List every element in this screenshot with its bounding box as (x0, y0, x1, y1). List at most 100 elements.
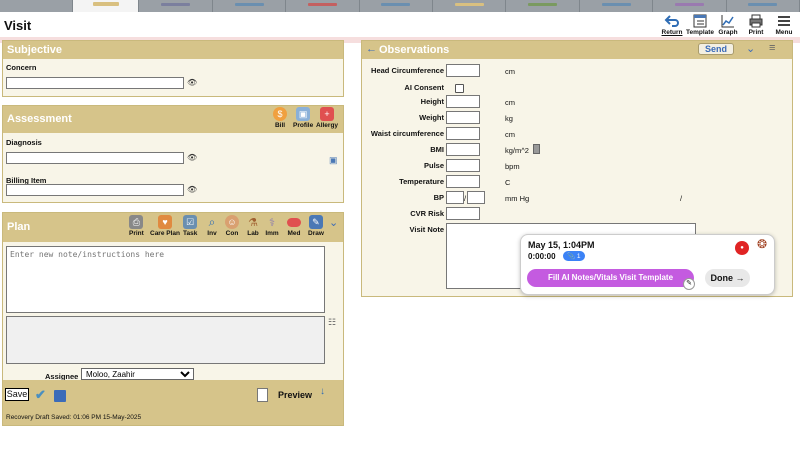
magnifier-icon: ⌕ (208, 214, 216, 229)
plan-header: Plan ⎙ Print ♥ Care Plan ☑ Task ⌕ Inv ☺ … (3, 213, 343, 242)
tab-7[interactable] (433, 0, 507, 12)
return-icon (664, 15, 679, 27)
obs-input[interactable] (446, 111, 480, 124)
med-label: Med (287, 230, 301, 237)
floppy-disk-icon[interactable] (54, 390, 66, 402)
obs-input[interactable] (446, 207, 480, 220)
bp-trailing-slash: / (680, 194, 683, 203)
flask-icon: ⚗ (248, 216, 258, 229)
preview-button[interactable]: Preview (278, 390, 312, 400)
tab-2[interactable] (73, 0, 140, 12)
arrow-down-icon[interactable]: ↓ (320, 386, 325, 397)
bp-diastolic-input[interactable] (467, 191, 485, 204)
con-button[interactable]: ☺ Con (225, 215, 239, 237)
assessment-title: Assessment (7, 113, 72, 125)
billing-item-input[interactable] (6, 184, 184, 196)
calculator-icon[interactable] (533, 144, 540, 154)
hamburger-icon[interactable]: ≡ (769, 42, 775, 54)
record-button[interactable]: ● (735, 241, 749, 255)
obs-unit: cm (505, 130, 515, 139)
lab-label: Lab (247, 230, 259, 237)
pencil-icon[interactable]: ✎ (683, 278, 695, 290)
new-note-textarea[interactable] (6, 246, 325, 313)
lab-button[interactable]: ⚗ Lab (246, 215, 260, 238)
save-button[interactable]: Save (5, 388, 29, 401)
mascot-icon[interactable]: ❂ (757, 237, 767, 251)
obs-input[interactable] (446, 159, 480, 172)
return-button[interactable]: Return (660, 13, 684, 36)
tab-color-bar (601, 3, 631, 6)
obs-unit: mm Hg (505, 194, 530, 203)
tab-8[interactable] (506, 0, 580, 12)
done-button[interactable]: Done → (705, 269, 750, 287)
note-attach-icon[interactable]: ☷ (328, 317, 336, 328)
binoculars-icon[interactable]: 👁 (187, 185, 197, 194)
main-toolbar: Return Template Graph Print Menu (660, 13, 796, 36)
ai-timer: 0:00:00 (528, 252, 556, 261)
binoculars-icon[interactable]: 👁 (187, 78, 197, 87)
subjective-title: Subjective (7, 44, 63, 56)
chevron-down-icon[interactable]: ⌄ (329, 216, 338, 229)
med-button[interactable]: Med (287, 215, 301, 237)
profile-button[interactable]: ▣ Profile (293, 107, 313, 129)
tab-3[interactable] (139, 0, 213, 12)
graph-label: Graph (718, 29, 738, 36)
obs-input[interactable] (446, 143, 480, 156)
tab-5[interactable] (286, 0, 360, 12)
obs-unit: kg (505, 114, 513, 123)
printer-icon: ⎙ (129, 215, 144, 229)
draw-button[interactable]: ✎ Draw (308, 215, 324, 237)
print-button[interactable]: Print (744, 13, 768, 36)
con-label: Con (225, 230, 239, 237)
tab-10[interactable] (653, 0, 727, 12)
assignee-select[interactable]: Moloo, Zaahir (81, 368, 194, 380)
obs-input[interactable] (446, 127, 480, 140)
inv-button[interactable]: ⌕ Inv (205, 214, 219, 238)
tab-color-bar (454, 3, 484, 6)
bill-button[interactable]: $ Bill (273, 107, 287, 129)
obs-input[interactable] (446, 95, 480, 108)
pill-icon (287, 218, 301, 227)
diagnosis-input[interactable] (6, 152, 184, 164)
obs-label: Waist circumference (370, 129, 444, 138)
ai-consent-checkbox[interactable] (455, 84, 464, 93)
allergy-button[interactable]: + Allergy (316, 107, 338, 129)
arrow-left-icon[interactable]: ← (366, 43, 377, 55)
tab-color-bar (307, 3, 337, 6)
binoculars-icon[interactable]: 👁 (187, 153, 197, 162)
graph-button[interactable]: Graph (716, 13, 740, 36)
plan-print-button[interactable]: ⎙ Print (129, 215, 144, 237)
tab-6[interactable] (360, 0, 434, 12)
obs-input[interactable] (446, 175, 480, 188)
ai-badge-count: 1 (576, 253, 581, 260)
chevron-down-icon[interactable]: ⌄ (746, 42, 755, 55)
obs-label: AI Consent (404, 83, 444, 92)
record-icon: ● (740, 245, 744, 251)
obs-input[interactable] (446, 64, 480, 77)
obs-unit: cm (505, 67, 515, 76)
obs-label: Head Circumference (371, 66, 444, 75)
template-label: Template (685, 29, 715, 36)
send-button[interactable]: Send (698, 43, 735, 55)
menu-button[interactable]: Menu (772, 13, 796, 36)
bp-separator: / (464, 194, 467, 203)
imm-button[interactable]: ⚕ Imm (265, 215, 279, 238)
task-button[interactable]: ☑ Task (183, 215, 197, 237)
cube-icon[interactable]: ▣ (329, 155, 338, 166)
tab-4[interactable] (213, 0, 287, 12)
tab-1[interactable] (0, 0, 74, 12)
concern-input[interactable] (6, 77, 184, 89)
bp-systolic-input[interactable] (446, 191, 464, 204)
hamburger-icon (778, 16, 790, 26)
care-plan-button[interactable]: ♥ Care Plan (150, 215, 180, 237)
preview-doc-icon[interactable] (257, 388, 268, 402)
tab-9[interactable] (580, 0, 654, 12)
menu-label: Menu (775, 29, 793, 36)
fill-ai-template-button[interactable]: Fill AI Notes/Vitals Visit Template (527, 269, 694, 287)
tab-color-bar (381, 3, 411, 6)
tab-11[interactable] (727, 0, 800, 12)
template-button[interactable]: Template (685, 13, 715, 36)
note-history-textarea[interactable] (6, 316, 325, 364)
tab-color-bar (21, 3, 51, 6)
checkmark-icon[interactable]: ✔ (35, 387, 46, 403)
